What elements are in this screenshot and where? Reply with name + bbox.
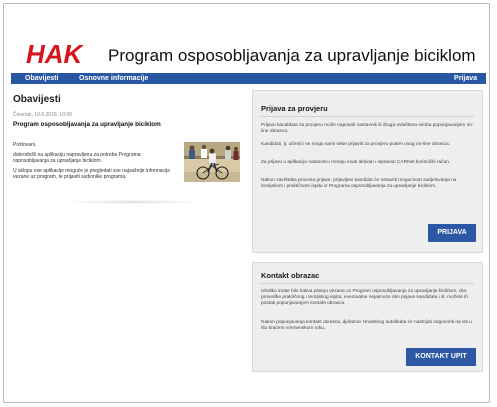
panel-divider [261,116,474,117]
nav-item-obavijesti[interactable]: Obavijesti [25,73,58,84]
nav-item-prijava[interactable]: Prijava [454,73,477,84]
news-paragraph: dobrodošli na aplikaciju napravljenu za … [13,152,141,165]
logo-text: HAK [26,39,83,69]
news-divider [63,200,203,204]
prijava-panel: Prijava za provjeru Prijavu kandidata za… [252,90,483,253]
nav-item-osnovne-informacije[interactable]: Osnovne informacije [79,73,148,84]
prijava-button[interactable]: PRIJAVA [428,224,476,242]
prijava-paragraph: Prijavu kandidata za provjeru može napra… [261,123,474,134]
prijava-panel-title: Prijava za provjeru [261,104,328,113]
kontakt-paragraph: Nakon popunjavanja kontakt obrasca, djel… [261,320,472,331]
news-greeting: Poštovani, [13,142,37,148]
cyclists-photo [184,142,240,182]
panel-divider [261,283,474,284]
news-section-title: Obavijesti [13,94,61,105]
kontakt-panel: Kontakt obrazac Ukoliko imate bilo kakva… [252,262,483,372]
news-date: Četvrtak, 10.6.2016. 10:00 [13,112,72,118]
kontakt-paragraph: Ukoliko imate bilo kakva pitanja vezana … [261,289,468,306]
kontakt-panel-title: Kontakt obrazac [261,271,320,280]
news-paragraph: U sklopu ove aplikacije moguće je pregle… [13,168,171,181]
news-title[interactable]: Program osposobljavanja za upravljanje b… [13,121,161,129]
prijava-paragraph: Kandidati, tj. učenici ne mogu sami sebe… [261,142,451,147]
main-navbar: Obavijesti Osnovne informacije Prijava [11,73,486,84]
prijava-paragraph: Za prijavu u aplikaciju nastavnici moraj… [261,160,451,165]
prijava-paragraph: Nakon završetka procesa prijave, prijavl… [261,178,457,189]
hak-logo[interactable]: HAK [26,41,82,67]
kontakt-upit-button[interactable]: KONTAKT UPIT [406,348,476,366]
site-title: Program osposobljavanja za upravljanje b… [108,46,476,65]
